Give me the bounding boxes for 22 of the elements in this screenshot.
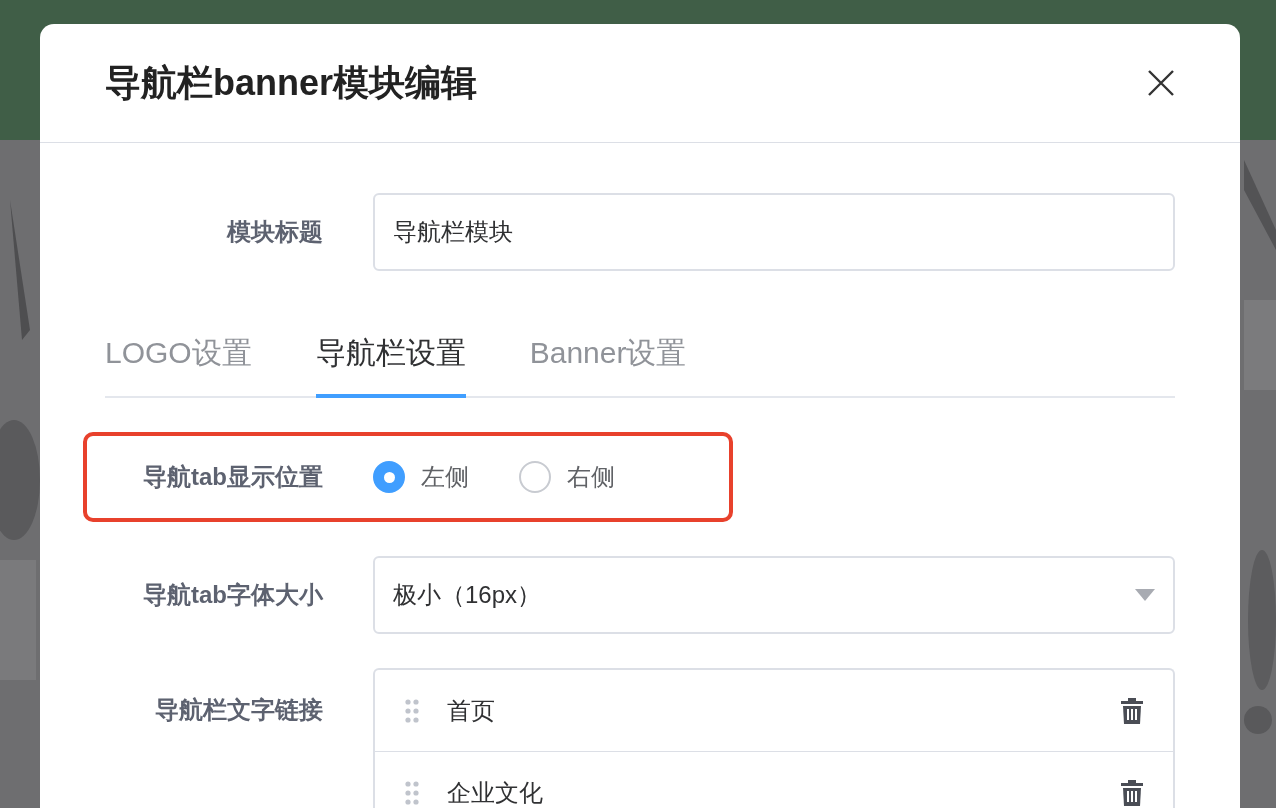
link-row[interactable]: 企业文化 [375,752,1173,808]
trash-icon[interactable] [1121,697,1143,724]
link-text: 首页 [447,695,496,726]
caret-icon [1135,589,1155,601]
tab[interactable]: 导航栏设置 [315,311,466,398]
radio-button[interactable] [519,461,551,493]
drag-handle-icon[interactable] [405,698,419,723]
link-text: 企业文化 [447,777,544,808]
field-label: 导航栏文字链接 [154,695,323,725]
field-label: 模块标题 [225,217,323,247]
module-title-field[interactable]: 导航栏模块 [373,193,1175,271]
dialog-title: 导航栏banner模块编辑 [105,60,478,105]
field-label: 导航tab显示位置 [142,462,323,492]
link-row[interactable]: 首页 [375,670,1173,752]
font-size-select[interactable]: 极小（16px） [373,556,1175,634]
close-icon[interactable] [1148,70,1174,96]
radio-option[interactable]: 左侧 [373,461,469,493]
trash-icon[interactable] [1121,779,1143,806]
radio-option[interactable]: 右侧 [519,461,615,493]
radio-button[interactable] [373,461,405,493]
field-label: 导航tab字体大小 [142,580,323,610]
drag-handle-icon[interactable] [405,780,419,805]
